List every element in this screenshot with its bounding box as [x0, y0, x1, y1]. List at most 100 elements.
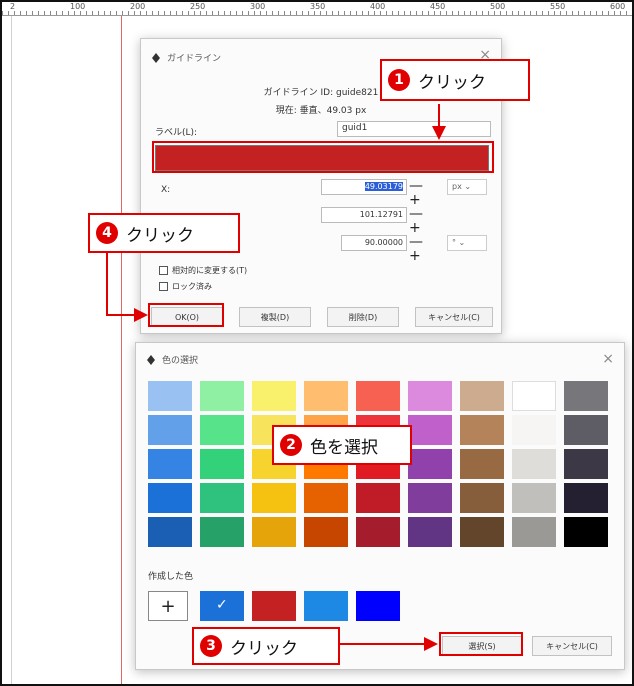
x-stepper[interactable]: —+: [409, 179, 433, 207]
palette-swatch[interactable]: [564, 381, 608, 411]
palette-swatch[interactable]: [564, 415, 608, 445]
ruler-tick-label: 250: [190, 2, 206, 11]
ruler-tick-label: 500: [490, 2, 506, 11]
callout-2: 2 色を選択: [272, 425, 412, 465]
angle-input[interactable]: 90.00000: [341, 235, 407, 251]
ruler-tick-label: 400: [370, 2, 386, 11]
ruler-tick-label: 350: [310, 2, 326, 11]
palette-swatch[interactable]: [148, 415, 192, 445]
label-input[interactable]: guid1: [337, 121, 491, 137]
ruler-tick-label: 450: [430, 2, 446, 11]
delete-button[interactable]: 削除(D): [327, 307, 399, 327]
custom-colors-title: 作成した色: [148, 572, 194, 582]
palette-swatch[interactable]: [356, 483, 400, 513]
palette-swatch[interactable]: [200, 415, 244, 445]
dialog-title-text: ガイドライン: [167, 54, 222, 64]
palette-swatch[interactable]: [304, 483, 348, 513]
close-icon[interactable]: ×: [602, 351, 614, 367]
cancel-button[interactable]: キャンセル(C): [415, 307, 493, 327]
palette-swatch[interactable]: [460, 449, 504, 479]
highlight-ok-button: [148, 303, 224, 327]
custom-color-swatch[interactable]: [304, 591, 348, 621]
guide-line[interactable]: [121, 16, 122, 684]
x-input[interactable]: 49.03179: [321, 179, 407, 195]
dialog-title: ガイドライン: [151, 51, 221, 64]
arrow-3-line: [340, 643, 426, 645]
top-ruler[interactable]: 2 100 200 250 300 350 400 450 500 550 600: [2, 2, 632, 16]
unit-deg: °: [452, 238, 456, 247]
label-caption: ラベル(L):: [155, 128, 198, 138]
arrow-4-vertical: [106, 252, 108, 316]
ruler-tick-label: 2: [10, 2, 16, 11]
angle-stepper[interactable]: —+: [409, 235, 433, 263]
unit-select[interactable]: px ⌄: [447, 179, 487, 195]
check-icon: ✓: [216, 597, 228, 613]
highlight-color-bar: [152, 141, 494, 173]
palette-swatch[interactable]: [512, 483, 556, 513]
palette-swatch[interactable]: [408, 483, 452, 513]
pen-icon: [146, 354, 156, 365]
y-input[interactable]: 101.12791: [321, 207, 407, 223]
canvas-border-line: [11, 16, 12, 684]
callout-4: 4 クリック: [88, 213, 240, 253]
palette-swatch[interactable]: [564, 449, 608, 479]
ruler-tick-label: 300: [250, 2, 266, 11]
palette-swatch[interactable]: [356, 381, 400, 411]
palette-swatch[interactable]: [200, 483, 244, 513]
screenshot-stage: 2 100 200 250 300 350 400 450 500 550 600 ガイドライン ×…: [0, 0, 634, 686]
duplicate-button[interactable]: 複製(D): [239, 307, 311, 327]
palette-swatch[interactable]: [304, 381, 348, 411]
color-cancel-button[interactable]: キャンセル(C): [532, 636, 612, 656]
x-value: 49.03179: [364, 182, 403, 191]
palette-swatch[interactable]: [148, 381, 192, 411]
palette-swatch[interactable]: [564, 517, 608, 547]
y-stepper[interactable]: —+: [409, 207, 433, 235]
checkbox-box[interactable]: [159, 266, 168, 275]
add-custom-color-button[interactable]: +: [148, 591, 188, 621]
palette-swatch[interactable]: [512, 449, 556, 479]
angle-unit-select[interactable]: ° ⌄: [447, 235, 487, 251]
callout-3: 3 クリック: [192, 627, 340, 665]
ruler-tick-label: 100: [70, 2, 86, 11]
palette-swatch[interactable]: [408, 415, 452, 445]
palette-swatch[interactable]: [408, 381, 452, 411]
palette-swatch[interactable]: [564, 483, 608, 513]
arrow-4-head: [134, 308, 148, 322]
callout-2-badge: 2: [280, 434, 302, 456]
palette-swatch[interactable]: [200, 381, 244, 411]
arrow-4-horizontal: [106, 314, 136, 316]
color-dialog-title: 色の選択: [146, 353, 198, 366]
custom-color-swatch[interactable]: [252, 591, 296, 621]
checkbox-box[interactable]: [159, 282, 168, 291]
relative-checkbox[interactable]: 相対的に変更する(T): [159, 265, 247, 276]
custom-color-swatch[interactable]: [356, 591, 400, 621]
callout-1-badge: 1: [388, 69, 410, 91]
palette-swatch[interactable]: [408, 517, 452, 547]
arrow-1-head: [432, 126, 446, 140]
lock-checkbox[interactable]: ロック済み: [159, 281, 212, 292]
palette-swatch[interactable]: [252, 483, 296, 513]
palette-swatch[interactable]: [512, 381, 556, 411]
palette-swatch[interactable]: [356, 517, 400, 547]
arrow-3-head: [424, 637, 438, 651]
ruler-tick-label: 200: [130, 2, 146, 11]
palette-swatch[interactable]: [512, 517, 556, 547]
palette-swatch[interactable]: [512, 415, 556, 445]
callout-4-badge: 4: [96, 222, 118, 244]
palette-swatch[interactable]: [148, 517, 192, 547]
palette-swatch[interactable]: [252, 517, 296, 547]
palette-swatch[interactable]: [460, 483, 504, 513]
palette-swatch[interactable]: [200, 449, 244, 479]
palette-swatch[interactable]: [460, 415, 504, 445]
palette-swatch[interactable]: [460, 517, 504, 547]
x-label: X:: [161, 185, 171, 195]
palette-swatch[interactable]: [304, 517, 348, 547]
palette-swatch[interactable]: [460, 381, 504, 411]
palette-swatch[interactable]: [200, 517, 244, 547]
palette-swatch[interactable]: [252, 381, 296, 411]
callout-1: 1 クリック: [380, 59, 530, 101]
palette-swatch[interactable]: [148, 449, 192, 479]
palette-swatch[interactable]: [408, 449, 452, 479]
palette-swatch[interactable]: [148, 483, 192, 513]
custom-color-swatch[interactable]: ✓: [200, 591, 244, 621]
